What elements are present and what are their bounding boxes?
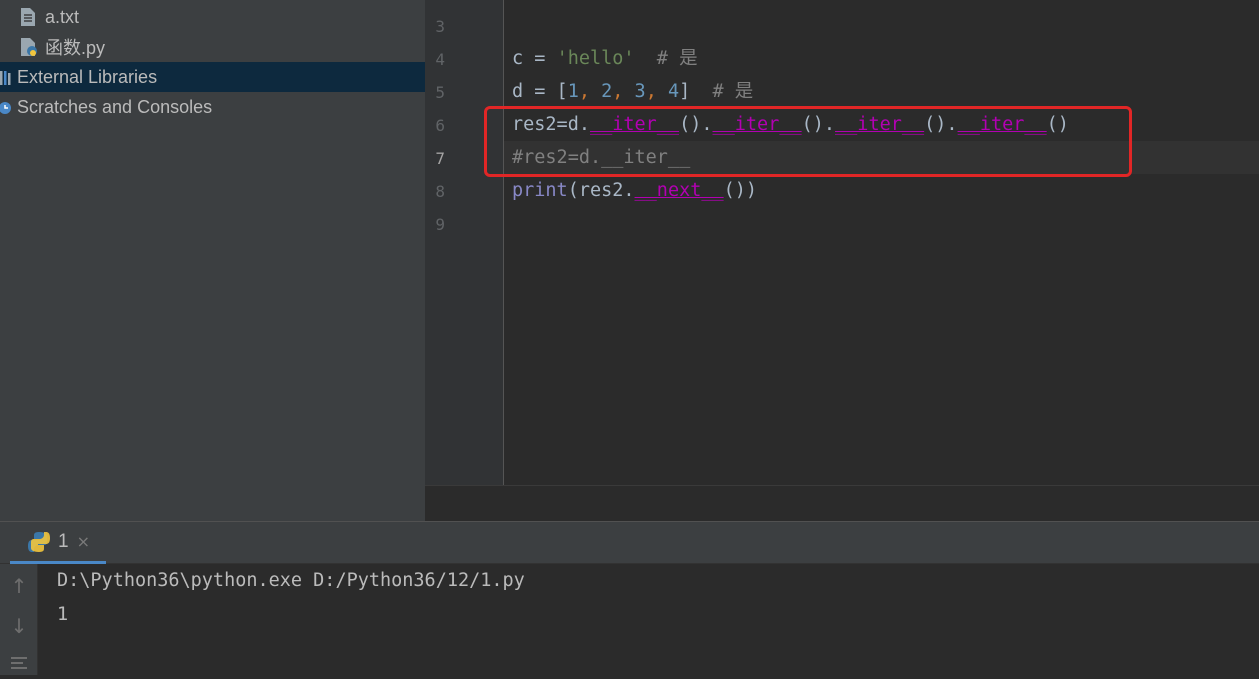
editor-bottom-area bbox=[425, 485, 1259, 521]
line-number: 3 bbox=[435, 17, 445, 36]
run-tab-label: 1 bbox=[58, 530, 69, 552]
number-literal: 1 bbox=[567, 81, 579, 102]
code-comment: # 是 bbox=[634, 48, 698, 69]
tree-item-label: Scratches and Consoles bbox=[17, 96, 213, 117]
tree-item-scratches-and-consoles[interactable]: Scratches and Consoles bbox=[0, 92, 425, 122]
project-tree: a.txt 函数.py External Libraries Scratches… bbox=[0, 0, 425, 521]
tree-item-a-txt[interactable]: a.txt bbox=[0, 2, 425, 32]
code-token: c bbox=[512, 48, 524, 69]
console-output-line: 1 bbox=[57, 604, 69, 625]
code-token: ()) bbox=[723, 180, 758, 201]
code-token: = [ bbox=[523, 81, 568, 102]
code-line-5[interactable]: d = [1, 2, 3, 4] # 是 bbox=[512, 77, 753, 107]
library-icon bbox=[0, 67, 12, 87]
code-line-8[interactable]: print(res2.__next__()) bbox=[512, 176, 757, 206]
gutter-divider bbox=[503, 0, 504, 485]
code-token: d bbox=[512, 81, 524, 102]
scratches-icon bbox=[0, 97, 12, 117]
dunder-method: __next__ bbox=[634, 180, 724, 201]
python-icon bbox=[28, 531, 50, 553]
tree-item-label: External Libraries bbox=[17, 66, 158, 87]
number-literal: 3 bbox=[634, 81, 646, 102]
tree-item-label: 函数.py bbox=[45, 38, 106, 58]
string-literal: 'hello' bbox=[556, 48, 635, 69]
run-toolbar: ↑ ↓ bbox=[0, 564, 38, 675]
code-editor[interactable]: 3 4 5 6 7 8 9 c = 'hello' # 是 d = [1, 2,… bbox=[425, 0, 1259, 485]
tree-item-functions-py[interactable]: 函数.py bbox=[0, 32, 425, 62]
python-file-icon bbox=[20, 37, 38, 57]
number-literal: 2 bbox=[601, 81, 613, 102]
code-token: , bbox=[645, 81, 668, 102]
code-line-4[interactable]: c = 'hello' # 是 bbox=[512, 44, 698, 74]
line-number: 6 bbox=[435, 116, 445, 135]
code-token: , bbox=[578, 81, 602, 102]
line-number-gutter: 3 4 5 6 7 8 9 bbox=[425, 0, 503, 485]
code-token: = bbox=[523, 48, 557, 69]
line-number: 4 bbox=[435, 50, 445, 69]
number-literal: 4 bbox=[667, 81, 680, 102]
code-token: ] bbox=[679, 81, 691, 102]
tree-item-label: a.txt bbox=[45, 6, 80, 27]
run-tab[interactable]: 1 × bbox=[10, 522, 106, 564]
builtin-function: print bbox=[512, 180, 568, 201]
arrow-up-icon[interactable]: ↑ bbox=[7, 574, 31, 598]
arrow-down-icon[interactable]: ↓ bbox=[7, 614, 31, 638]
current-line-number: 7 bbox=[435, 149, 445, 168]
run-tab-bar: 1 × bbox=[0, 522, 1259, 564]
line-number: 5 bbox=[435, 83, 445, 102]
tree-item-external-libraries[interactable]: External Libraries bbox=[0, 62, 425, 92]
line-number: 8 bbox=[435, 182, 445, 201]
run-panel: 1 × ↑ ↓ D:\Python36\python.exe D:/Python… bbox=[0, 521, 1259, 675]
line-number: 9 bbox=[435, 215, 445, 234]
text-file-icon bbox=[20, 7, 38, 27]
code-comment: # 是 bbox=[690, 81, 754, 102]
annotation-highlight-box bbox=[484, 106, 1132, 177]
console-output-line: D:\Python36\python.exe D:/Python36/12/1.… bbox=[57, 570, 525, 591]
soft-wrap-icon[interactable] bbox=[7, 654, 31, 678]
close-icon[interactable]: × bbox=[77, 532, 90, 551]
code-token: , bbox=[612, 81, 635, 102]
code-token: (res2. bbox=[567, 180, 635, 201]
